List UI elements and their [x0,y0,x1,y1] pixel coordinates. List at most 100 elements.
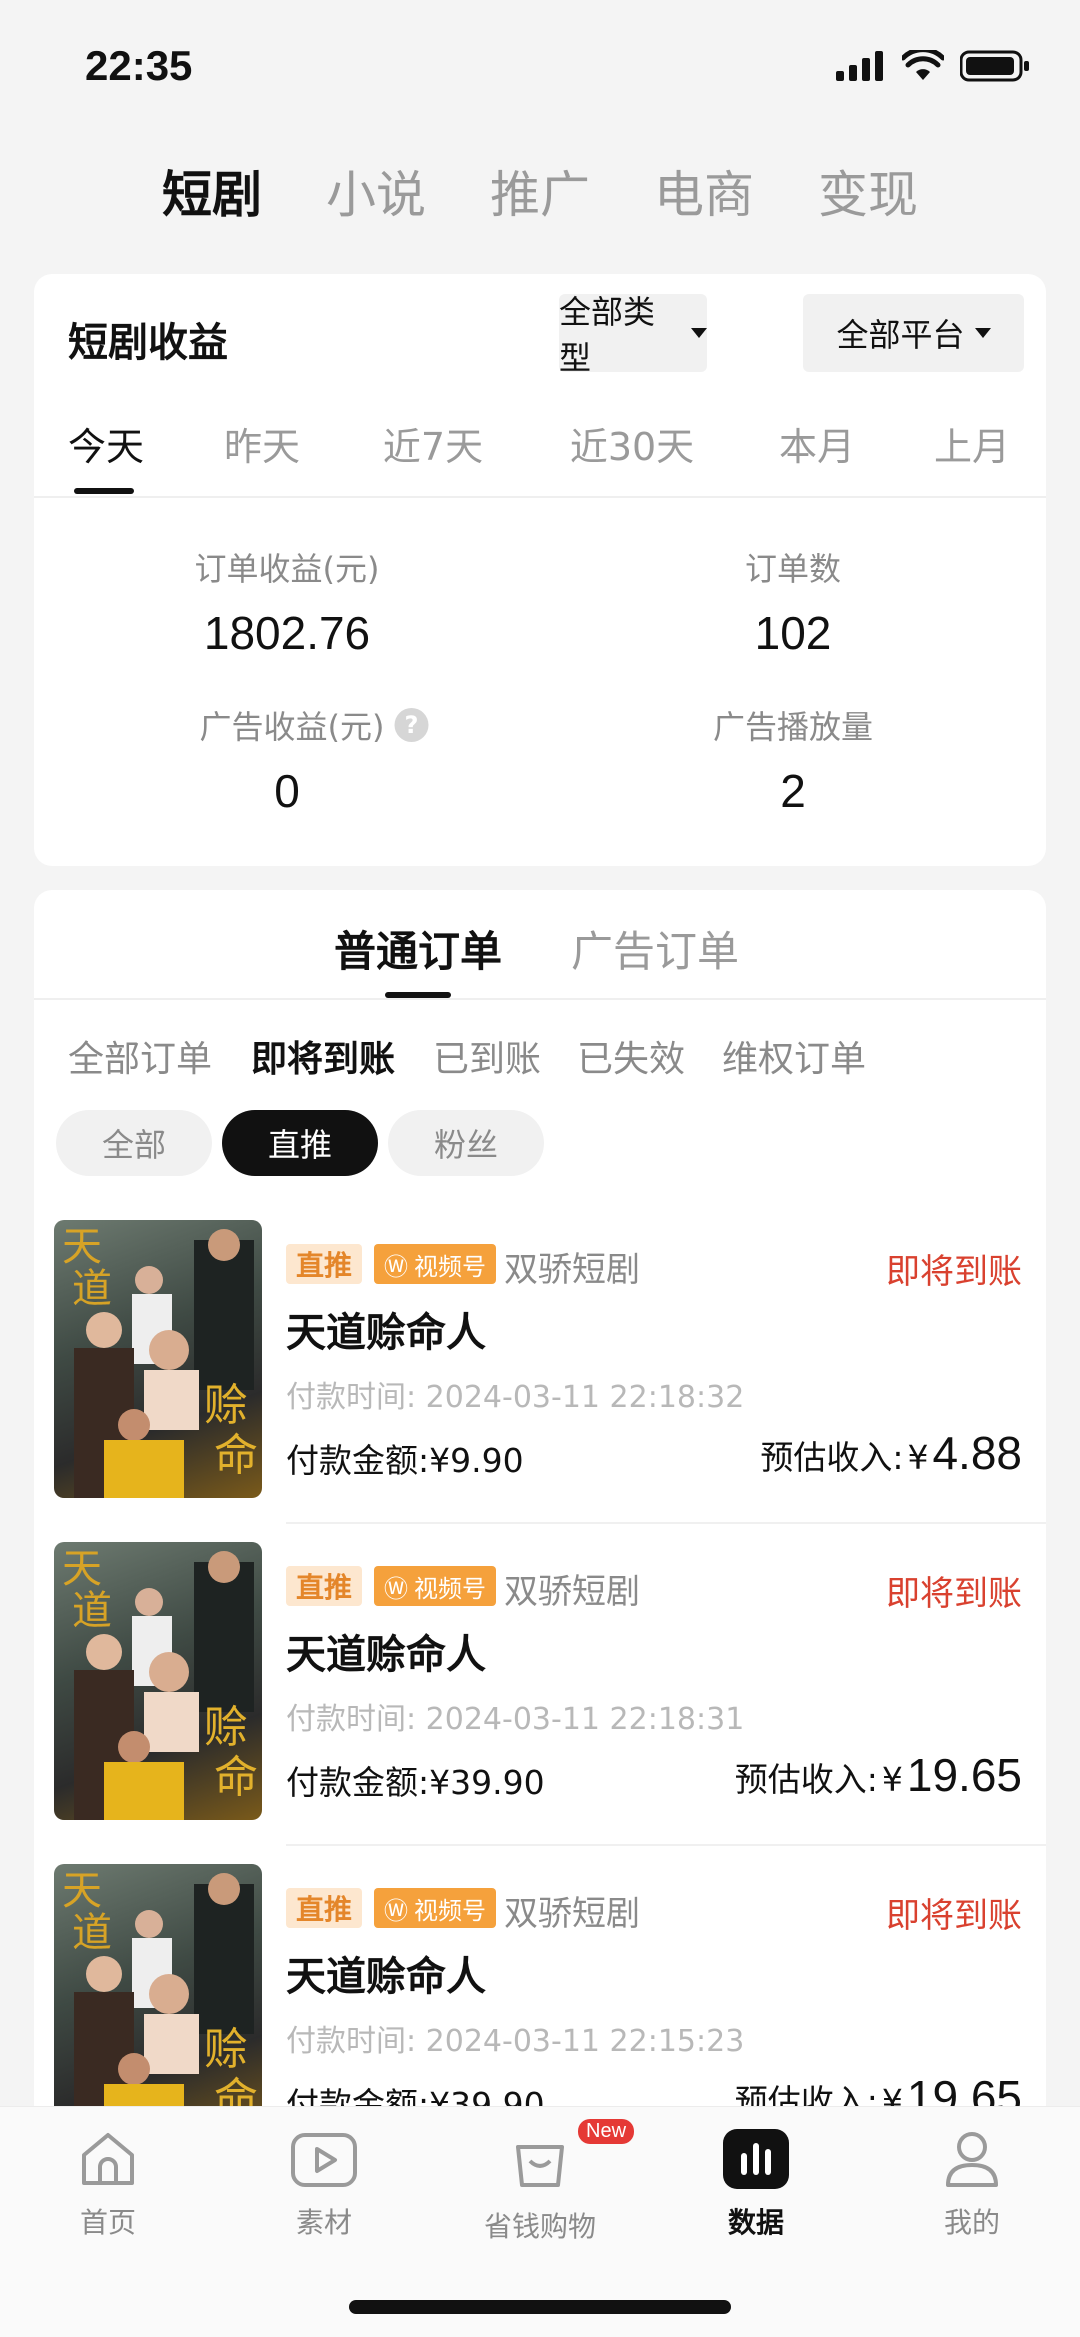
svg-text:赊: 赊 [204,1380,248,1431]
range-today[interactable]: 今天 [68,416,144,471]
subtab-all-orders[interactable]: 全部订单 [68,1030,212,1082]
pay-amount-label: 付款金额: [286,1763,430,1802]
subtab-dispute[interactable]: 维权订单 [722,1030,866,1082]
date-range-tabs: 今天 昨天 近7天 近30天 本月 上月 [34,416,1046,486]
status-icons [836,50,1030,82]
nav-shopping-label: 省钱购物 [483,2210,596,2243]
direct-badge: 直推 [286,1566,363,1606]
tab-novel[interactable]: 小说 [326,155,426,227]
shopping-bag-icon [516,2145,564,2187]
top-tabs: 短剧 小说 推广 电商 变现 [0,155,1080,227]
play-icon [291,2133,357,2187]
income-value: 19.65 [906,1749,1022,1801]
channels-icon: Ⓦ [384,1252,408,1281]
pay-time-label: 付款时间: [286,1380,417,1415]
drama-title: 天道赊命人 [286,1632,486,1678]
range-30days[interactable]: 近30天 [570,416,694,471]
battery-icon [960,50,1029,82]
channels-badge: Ⓦ 视频号 [374,1244,496,1284]
nav-shopping[interactable]: New 省钱购物 [460,2119,635,2245]
new-badge: New [578,2119,635,2144]
income-currency: ¥ [907,1438,929,1477]
pay-time-label: 付款时间: [286,1702,417,1737]
ad-plays-label: 广告播放量 [712,708,874,746]
divider [286,1522,1046,1524]
range-yesterday[interactable]: 昨天 [224,416,300,471]
nav-home-label: 首页 [79,2206,136,2239]
order-income-value: 1802.76 [203,607,371,659]
channel-name: 双骄短剧 [504,1894,640,1934]
estimated-income: 预估收入: ¥19.65 [735,1748,1022,1802]
nav-data-label: 数据 [727,2206,784,2239]
ad-income-label-row: 广告收益(元) ? [200,702,429,748]
svg-text:命: 命 [214,1430,258,1481]
ad-plays-value: 2 [780,765,806,817]
order-count-value: 102 [754,607,832,659]
svg-text:天: 天 [62,1546,102,1592]
wifi-icon [902,50,944,80]
order-status: 即将到账 [886,1896,1022,1936]
subtab-invalid[interactable]: 已失效 [577,1030,685,1082]
type-filter-label: 全部类型 [559,293,656,377]
home-icon [82,2133,134,2185]
channels-badge: Ⓦ 视频号 [374,1566,496,1606]
pay-time: 付款时间: 2024-03-11 22:15:23 [286,2016,744,2060]
tab-ad-orders[interactable]: 广告订单 [571,918,739,979]
status-time: 22:35 [85,42,193,89]
shopping-icon-wrap: New [508,2119,635,2195]
platform-label: 视频号 [414,1252,486,1281]
platform-filter-button[interactable]: 全部平台 [803,294,1024,372]
tab-drama[interactable]: 短剧 [162,155,262,227]
order-status: 即将到账 [886,1574,1022,1614]
pay-time-value: 2024-03-11 22:15:23 [425,2024,745,2059]
filter-all[interactable]: 全部 [56,1110,212,1176]
earnings-card: 短剧收益 全部类型 全部平台 今天 昨天 近7天 近30天 本月 上月 订单收益… [34,274,1046,866]
ad-income-value: 0 [274,765,300,817]
user-icon [946,2132,998,2187]
divider [286,1844,1046,1846]
earnings-title: 短剧收益 [68,320,228,366]
channel-name: 双骄短剧 [504,1250,640,1290]
divider [34,998,1046,1000]
drama-poster-image: 天 道 赊 命 [54,1220,262,1498]
platform-label: 视频号 [414,1574,486,1603]
order-item[interactable]: 天 道 赊 命 直推 Ⓦ 视频号 双骄短剧 即将到账 天道赊命人 付款时间: 20… [34,1542,1046,1864]
channels-icon: Ⓦ [384,1574,408,1603]
tab-promote[interactable]: 推广 [490,155,590,227]
direct-badge: 直推 [286,1888,363,1928]
range-this-month[interactable]: 本月 [779,416,855,471]
order-status: 即将到账 [886,1252,1022,1292]
income-label: 预估收入: [734,1760,878,1799]
tab-monetize[interactable]: 变现 [818,155,918,227]
drama-poster-image: 天 道 赊 命 [54,1864,262,2142]
order-item[interactable]: 天 道 赊 命 直推 Ⓦ 视频号 双骄短剧 即将到账 天道赊命人 付款时间: 20… [34,1220,1046,1542]
pay-time-value: 2024-03-11 22:18:32 [425,1380,745,1415]
pay-time-label: 付款时间: [286,2024,417,2059]
platform-label: 视频号 [414,1896,486,1925]
filter-direct[interactable]: 直推 [222,1110,378,1176]
direct-badge: 直推 [286,1244,363,1284]
nav-home[interactable]: 首页 [28,2127,188,2241]
nav-materials-label: 素材 [295,2206,352,2239]
subtab-received[interactable]: 已到账 [433,1030,541,1082]
svg-text:道: 道 [72,1588,112,1634]
order-count-label: 订单数 [744,550,842,588]
home-indicator[interactable] [349,2300,731,2314]
cellular-signal-icon [836,51,883,81]
nav-materials[interactable]: 素材 [244,2127,404,2241]
range-7days[interactable]: 近7天 [383,416,483,471]
tab-ecommerce[interactable]: 电商 [654,155,754,227]
channel-name: 双骄短剧 [504,1572,640,1612]
poster-art: 天 道 赊 命 [62,1546,258,1820]
nav-profile[interactable]: 我的 [892,2127,1052,2241]
type-filter-button[interactable]: 全部类型 [559,293,707,377]
pay-amount: 付款金额:¥9.90 [286,1434,524,1482]
subtab-pending[interactable]: 即将到账 [251,1030,395,1082]
filter-fans[interactable]: 粉丝 [388,1110,544,1176]
income-value: 4.88 [932,1427,1022,1479]
help-icon[interactable]: ? [394,708,429,742]
tab-normal-orders[interactable]: 普通订单 [334,918,502,979]
nav-data[interactable]: 数据 [676,2127,836,2241]
range-last-month[interactable]: 上月 [934,416,1010,471]
ad-income-label: 广告收益(元) [199,708,385,746]
